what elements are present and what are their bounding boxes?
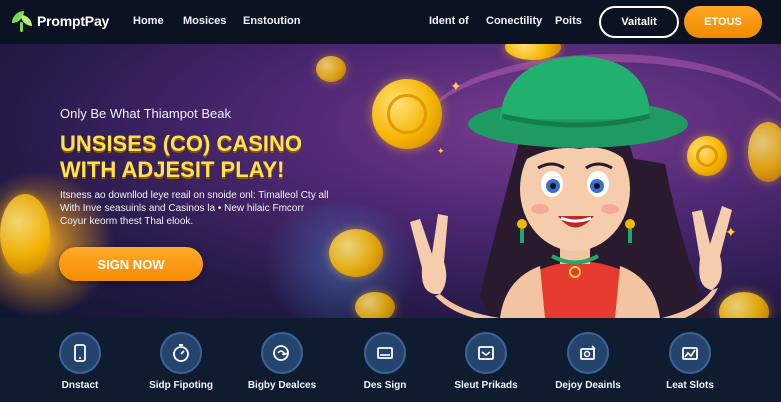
feature-label: Dnstact (61, 380, 99, 391)
nav-link-conectility[interactable]: Conectility (486, 15, 542, 27)
brand-logo[interactable]: PromptPay (10, 9, 109, 33)
feature-item-leat-slots[interactable]: Leat Slots (635, 332, 745, 391)
nav-link-ident-of[interactable]: Ident of (429, 15, 469, 27)
feature-item-sidp-fipoting[interactable]: Sidp Fipoting (126, 332, 236, 391)
hero-title-line-1: UNSISES (CO) CASINO (60, 131, 303, 156)
feature-item-sleut-prikads[interactable]: Sleut Prikads (431, 332, 541, 391)
payment-icon (261, 332, 303, 374)
hero-title: UNSISES (CO) CASINO WITH ADJESIT PLAY! (60, 131, 302, 183)
brand-name: PromptPay (37, 13, 110, 29)
gift-icon (567, 332, 609, 374)
feature-item-dnstact[interactable]: Dnstact (25, 332, 135, 391)
feature-label: Sleut Prikads (454, 380, 518, 391)
coin-icon (329, 229, 383, 277)
hero-banner: ✦ ✦ ✦ Only Be What Thiampot Beak UNSISES… (0, 44, 781, 318)
feature-label: Leat Slots (666, 380, 714, 391)
top-nav: PromptPay Home Mosices Enstoution Ident … (0, 0, 781, 44)
inbox-icon (465, 332, 507, 374)
nav-link-mosices[interactable]: Mosices (183, 15, 226, 27)
nav-link-home[interactable]: Home (133, 15, 164, 27)
leaf-logo-icon (10, 9, 34, 33)
hero-kicker: Only Be What Thiampot Beak (60, 106, 232, 121)
hero-description: Itsness ao downllod leye reail on snoide… (60, 190, 329, 227)
coin-icon (0, 194, 50, 274)
register-button[interactable]: ETOUS (684, 6, 762, 38)
login-button[interactable]: Vaitalit (599, 6, 679, 38)
feature-item-dejoy-deainls[interactable]: Dejoy Deainls (533, 332, 643, 391)
feature-label: Sidp Fipoting (149, 380, 213, 391)
feature-label: Dejoy Deainls (555, 380, 621, 391)
nav-link-enstoution[interactable]: Enstoution (243, 15, 300, 27)
sign-now-button[interactable]: SIGN NOW (59, 247, 203, 281)
feature-bar: Dnstact Sidp Fipoting Bigby Dealces Des … (0, 318, 781, 402)
stopwatch-icon (160, 332, 202, 374)
feature-label: Des Sign (363, 380, 407, 391)
phone-icon (59, 332, 101, 374)
casino-hostess-illustration (410, 56, 732, 318)
nav-link-poits[interactable]: Poits (555, 15, 582, 27)
feature-item-des-sign[interactable]: Des Sign (330, 332, 440, 391)
slots-icon (669, 332, 711, 374)
feature-item-bigby-dealces[interactable]: Bigby Dealces (227, 332, 337, 391)
coin-icon (316, 56, 346, 82)
wallet-icon (364, 332, 406, 374)
feature-label: Bigby Dealces (247, 380, 317, 391)
hero-title-line-2: WITH ADJESIT PLAY! (60, 157, 285, 182)
